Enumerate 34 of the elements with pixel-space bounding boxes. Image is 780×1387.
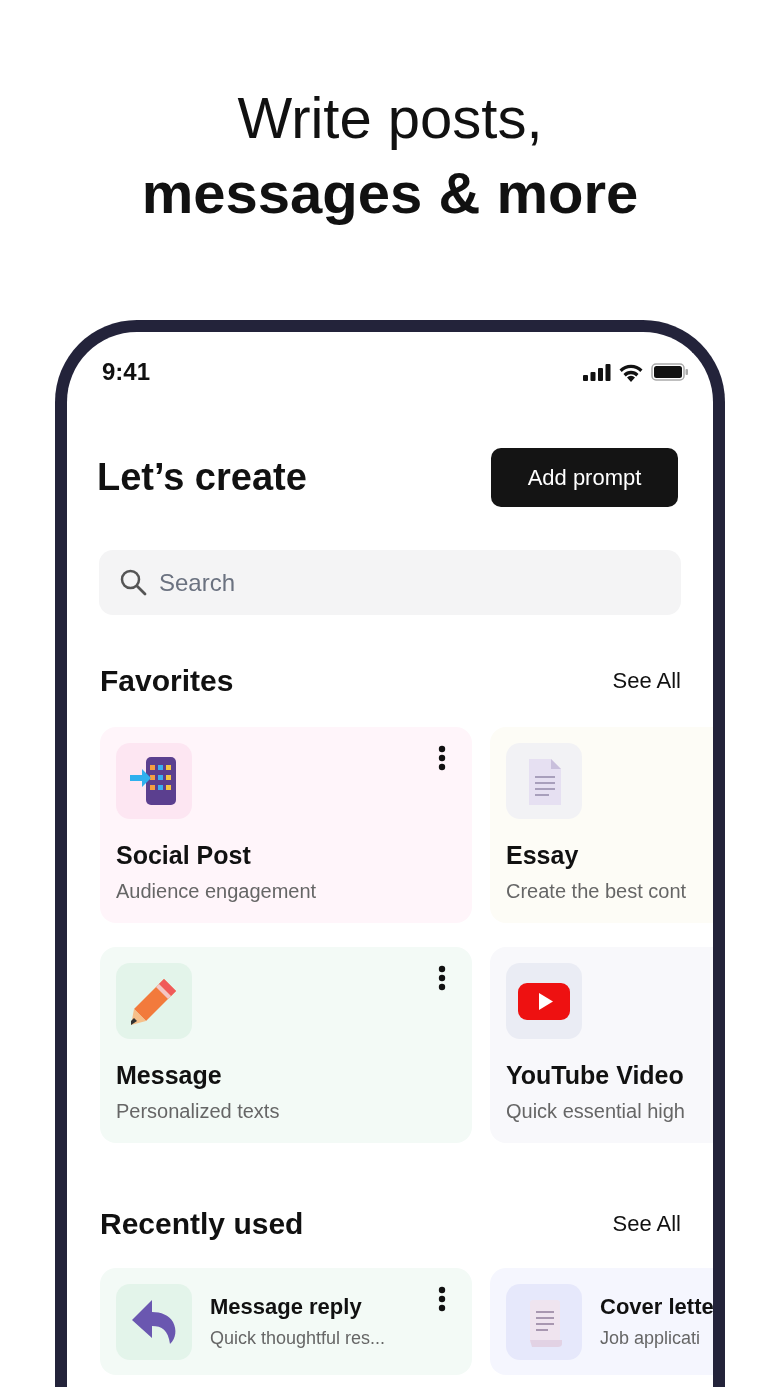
section-title: Favorites xyxy=(100,664,234,698)
tool-card[interactable]: Message reply Quick thoughtful res... xyxy=(100,1268,472,1375)
card-title: Essay xyxy=(506,841,580,870)
see-all-link[interactable]: See All xyxy=(612,668,681,694)
page-title: Let’s create xyxy=(97,456,307,499)
add-prompt-button[interactable]: Add prompt xyxy=(491,448,678,507)
tool-card[interactable]: YouTube Video Quick essential high xyxy=(490,947,713,1143)
card-subtitle: Quick essential high xyxy=(506,1100,686,1123)
card-title: Cover lette xyxy=(600,1294,713,1320)
battery-icon xyxy=(651,363,689,381)
wifi-icon xyxy=(618,362,644,382)
more-options-icon[interactable] xyxy=(438,965,446,991)
signal-icon xyxy=(583,363,611,381)
section-title: Recently used xyxy=(100,1207,304,1241)
tool-card[interactable]: Essay Create the best cont xyxy=(490,727,713,923)
card-title: Message xyxy=(116,1061,223,1090)
card-subtitle: Create the best cont xyxy=(506,880,688,903)
card-subtitle: Quick thoughtful res... xyxy=(210,1328,386,1349)
card-subtitle: Personalized texts xyxy=(116,1100,281,1123)
search-field[interactable]: Search xyxy=(99,550,681,615)
status-time: 9:41 xyxy=(102,358,151,386)
tool-card[interactable]: Message Personalized texts xyxy=(100,947,472,1143)
tool-card[interactable]: Cover lette Job applicati xyxy=(490,1268,713,1375)
headline-text: messages & more xyxy=(140,159,640,227)
card-subtitle: Audience engagement xyxy=(116,880,318,903)
card-title: Message reply xyxy=(210,1294,363,1320)
card-subtitle: Job applicati xyxy=(600,1328,702,1349)
more-options-icon[interactable] xyxy=(438,745,446,771)
see-all-link[interactable]: See All xyxy=(612,1211,681,1237)
headline-text: Write posts, xyxy=(236,84,544,152)
card-title: Social Post xyxy=(116,841,252,870)
card-title: YouTube Video xyxy=(506,1061,685,1090)
tool-card[interactable]: Social Post Audience engagement xyxy=(100,727,472,923)
more-options-icon[interactable] xyxy=(438,1286,446,1312)
